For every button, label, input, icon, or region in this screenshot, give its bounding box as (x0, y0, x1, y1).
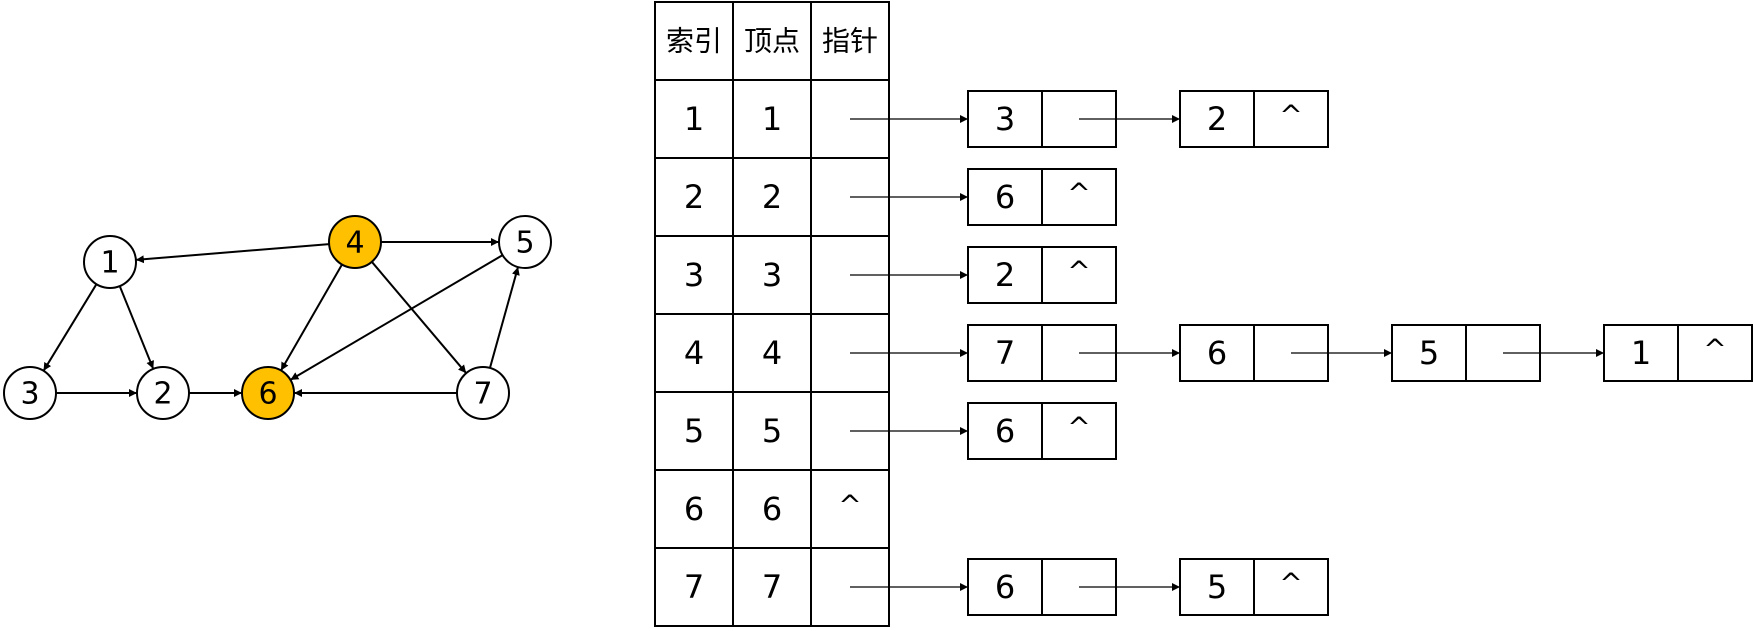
graph-edge-4-1 (135, 243, 330, 264)
graph-edge-1-3 (42, 283, 98, 372)
table-index-cell: 7 (684, 568, 704, 606)
table-header-cell: 指针 (822, 25, 878, 58)
graph-node-label: 7 (473, 377, 492, 412)
graph-nodes: 1 2 3 4 5 6 7 (3, 215, 552, 420)
list-node: 1 ^ (1603, 324, 1753, 382)
adjacency-lists: 3 2 ^6 ^2 ^7 6 5 1 ^6 ^6 5 ^ (850, 90, 1753, 616)
table-vertex-cell: 1 (762, 100, 782, 138)
list-node-next: ^ (1279, 99, 1302, 132)
list-node: 2 ^ (1179, 90, 1329, 148)
list-node-value: 6 (995, 412, 1015, 450)
list-node: 2 ^ (967, 246, 1117, 304)
graph-node-label: 6 (258, 377, 277, 412)
graph-node-label: 3 (20, 377, 39, 412)
graph-node-label: 1 (100, 246, 119, 281)
graph-node-label: 4 (345, 226, 364, 261)
table-vertex-cell: 3 (762, 256, 782, 294)
vertex-table: 索引 顶点 指针 1 1 2 2 3 3 4 4 5 5 6 6 ^ 7 7 (654, 1, 890, 627)
table-index-cell: 4 (684, 334, 704, 372)
table-index-cell: 6 (684, 490, 704, 528)
graph-edge-5-6 (289, 254, 504, 381)
table-vertex-cell: 7 (762, 568, 782, 606)
table-index-cell: 3 (684, 256, 704, 294)
table-vertex-cell: 5 (762, 412, 782, 450)
table-index-cell: 5 (684, 412, 704, 450)
adjacency-list-diagram: 1234 56 7 索引 顶点 指针1 12 23 34 45 56 6 ^7 7 3 2 ^6 ^2 ^7 6 5… (3, 1, 1753, 627)
table-header-cell: 索引 (666, 25, 722, 58)
table-vertex-cell: 2 (762, 178, 782, 216)
list-node-value: 6 (995, 178, 1015, 216)
graph-node-1: 1 (83, 235, 137, 289)
list-node-next: ^ (1067, 177, 1090, 210)
graph-edge-4-7 (371, 261, 467, 374)
graph-node-label: 2 (153, 377, 172, 412)
list-node-value: 5 (1207, 568, 1227, 606)
graph-edge-1-2 (118, 285, 155, 370)
list-node-value: 6 (1207, 334, 1227, 372)
list-node-next: ^ (1279, 567, 1302, 600)
list-node-next: ^ (1067, 411, 1090, 444)
table-header-cell: 顶点 (744, 25, 800, 58)
graph-node-4: 4 (328, 215, 382, 269)
list-node-value: 2 (995, 256, 1015, 294)
list-node-next: ^ (1703, 333, 1726, 366)
table-index-cell: 2 (684, 178, 704, 216)
list-node-value: 2 (1207, 100, 1227, 138)
graph-node-7: 7 (456, 366, 510, 420)
graph-edge-7-5 (489, 266, 520, 369)
list-node-value: 3 (995, 100, 1015, 138)
table-vertex-cell: 4 (762, 334, 782, 372)
list-node-value: 7 (995, 334, 1015, 372)
list-node: 6 ^ (967, 168, 1117, 226)
list-node-next: ^ (1067, 255, 1090, 288)
graph-node-5: 5 (498, 215, 552, 269)
graph-node-6: 6 (241, 366, 295, 420)
graph-node-label: 5 (515, 226, 534, 261)
list-node-value: 1 (1631, 334, 1651, 372)
graph-node-2: 2 (136, 366, 190, 420)
list-node-value: 6 (995, 568, 1015, 606)
list-node: 6 ^ (967, 402, 1117, 460)
list-node: 5 ^ (1179, 558, 1329, 616)
table-index-cell: 1 (684, 100, 704, 138)
graph-node-3: 3 (3, 366, 57, 420)
list-node-value: 5 (1419, 334, 1439, 372)
table-vertex-cell: 6 (762, 490, 782, 528)
table-pointer-cell: ^ (838, 489, 861, 522)
